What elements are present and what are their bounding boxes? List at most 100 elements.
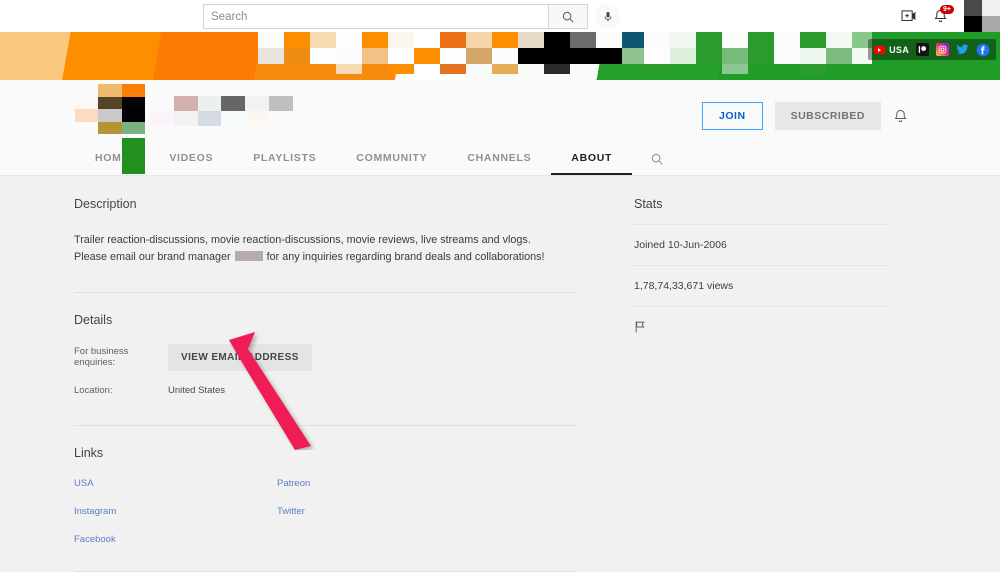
banner-pixel	[570, 48, 596, 64]
search-button[interactable]	[548, 4, 588, 29]
name-pixel	[197, 96, 222, 111]
avatar-pixel	[121, 121, 145, 134]
links-grid-spacer	[277, 534, 576, 545]
banner-pixel	[696, 48, 722, 64]
report-user-button[interactable]	[634, 307, 887, 339]
join-button[interactable]: JOIN	[702, 102, 763, 130]
banner-pixel	[774, 48, 800, 64]
banner-pixel	[596, 48, 622, 64]
stats-heading: Stats	[634, 197, 663, 211]
link-facebook[interactable]: Facebook	[74, 534, 277, 545]
banner-pixel	[492, 48, 518, 64]
notification-settings-button[interactable]	[893, 108, 908, 124]
tab-playlists[interactable]: PLAYLISTS	[233, 142, 336, 175]
avatar[interactable]	[964, 0, 1000, 32]
link-instagram[interactable]: Instagram	[74, 506, 277, 517]
create-video-button[interactable]	[901, 9, 917, 23]
banner-pixel	[644, 64, 670, 74]
create-video-icon	[901, 10, 916, 21]
facebook-icon	[976, 43, 990, 56]
name-pixel	[173, 111, 198, 126]
notification-count-badge: 9+	[940, 5, 954, 14]
masthead: 9+	[0, 0, 1000, 32]
link-usa[interactable]: USA	[74, 478, 277, 489]
name-pixel	[150, 96, 174, 111]
details-heading: Details	[74, 312, 113, 327]
banner-pixel	[644, 32, 670, 48]
tab-channels[interactable]: CHANNELS	[447, 142, 551, 175]
notifications-button[interactable]: 9+	[933, 5, 954, 24]
banner-pixel	[492, 32, 518, 48]
tab-community[interactable]: COMMUNITY	[336, 142, 447, 175]
header-actions: JOIN SUBSCRIBED	[702, 102, 908, 130]
links-grid: USA Patreon Instagram Twitter Facebook	[74, 478, 576, 545]
banner-pixel	[336, 48, 362, 64]
view-email-address-button[interactable]: VIEW EMAIL ADDRESS	[168, 343, 312, 371]
banner-pixel	[440, 48, 466, 64]
banner-pixel	[722, 64, 748, 74]
name-pixel	[245, 96, 269, 111]
search-icon	[562, 11, 574, 23]
tab-about[interactable]: ABOUT	[551, 142, 633, 175]
banner-pixel	[310, 32, 336, 48]
description-text: Trailer reaction-discussions, movie reac…	[74, 232, 552, 267]
banner-pixel	[336, 64, 362, 74]
details-row-location: Location: United States	[74, 385, 576, 396]
channel-avatar[interactable]	[75, 84, 145, 134]
divider-details	[74, 424, 576, 426]
avatar-pixel	[121, 84, 145, 97]
banner-pixel	[544, 64, 570, 74]
banner-pixel	[696, 32, 722, 48]
banner-link-instagram[interactable]	[936, 43, 949, 56]
banner-pixel	[492, 64, 518, 74]
tab-videos[interactable]: VIDEOS	[149, 142, 233, 175]
search-bar	[203, 4, 620, 29]
link-twitter[interactable]: Twitter	[277, 506, 576, 517]
banner-pixel	[336, 32, 362, 48]
name-pixel	[221, 96, 245, 111]
banner-link-youtube-usa[interactable]: USA	[874, 45, 909, 55]
name-pixel	[269, 111, 293, 126]
avatar-pixel	[75, 109, 99, 122]
subscribed-button[interactable]: SUBSCRIBED	[774, 102, 881, 130]
link-patreon[interactable]: Patreon	[277, 478, 576, 489]
avatar-pixel	[98, 109, 122, 122]
name-pixel	[269, 96, 293, 111]
banner-pixel	[722, 48, 748, 64]
avatar-pixel	[964, 16, 982, 32]
voice-search-button[interactable]	[595, 4, 620, 29]
name-pixel	[245, 111, 269, 126]
banner-pixel	[388, 64, 414, 74]
banner-pixel	[414, 32, 440, 48]
banner-link-facebook[interactable]	[976, 43, 990, 57]
search-input[interactable]	[203, 4, 548, 29]
banner-pixel	[310, 48, 336, 64]
banner-pixel	[518, 32, 544, 48]
banner-pixel	[284, 48, 310, 64]
banner-pixel	[362, 48, 388, 64]
avatar-pixel	[75, 96, 99, 109]
banner-pixel	[826, 48, 852, 64]
stats-views: 1,78,74,33,671 views	[634, 280, 734, 292]
avatar-pixel	[121, 109, 145, 122]
avatar-pixel	[982, 16, 1000, 32]
banner-pixel	[466, 32, 492, 48]
banner-pixel	[670, 32, 696, 48]
banner-pixel	[774, 32, 800, 48]
banner-pixel	[748, 32, 774, 48]
channel-search-button[interactable]	[632, 142, 682, 175]
redacted-name-block	[234, 251, 263, 262]
youtube-icon	[874, 45, 886, 54]
masthead-actions: 9+	[901, 0, 1000, 32]
banner-link-patreon[interactable]	[916, 43, 929, 56]
details-row-business: For business enquiries: VIEW EMAIL ADDRE…	[74, 343, 576, 371]
banner-link-twitter[interactable]	[956, 44, 969, 55]
banner-pixel	[722, 32, 748, 48]
instagram-icon	[936, 43, 949, 56]
avatar-pixel	[98, 121, 122, 134]
divider-description	[74, 291, 576, 293]
stats-joined: Joined 10-Jun-2006	[634, 239, 727, 251]
business-enquiries-label: For business enquiries:	[74, 346, 129, 369]
banner-pixel	[800, 48, 826, 64]
avatar-pixel	[122, 138, 145, 174]
